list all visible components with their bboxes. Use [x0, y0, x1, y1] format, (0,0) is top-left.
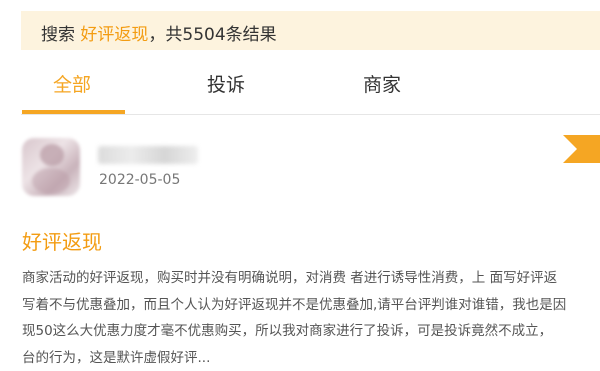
post-date: 2022-05-05	[99, 172, 181, 188]
content-line: 商家活动的好评返现，购买时并没有明确说明，对消费 者进行诱导性消费，上 面写好评…	[22, 270, 558, 286]
tab-complaints[interactable]: 投诉	[207, 70, 245, 97]
search-prefix: 搜索	[41, 25, 75, 45]
post-title[interactable]: 好评返现	[22, 226, 102, 255]
tab-all[interactable]: 全部	[53, 70, 91, 97]
content-line: 现50这么大优惠力度才毫不优惠购买，所以我对商家进行了投诉，可是投诉竟然不成立，	[22, 323, 553, 339]
result-count: ，共5504条结果	[148, 25, 277, 45]
tab-merchants[interactable]: 商家	[363, 70, 401, 97]
search-keyword[interactable]: 好评返现	[80, 25, 148, 45]
content-line: 台的行为，这是默许虚假好评...	[22, 349, 211, 366]
content-line: 写着不与优惠叠加，而且个人认为好评返现并不是优惠叠加,请平台评判谁对谁错，我也是…	[22, 296, 567, 313]
search-result-banner: 搜索 好评返现，共5504条结果	[21, 11, 600, 50]
post-content[interactable]: 商家活动的好评返现，购买时并没有明确说明，对消费 者进行诱导性消费，上 面写好评…	[22, 265, 600, 371]
tab-bar: 全部 投诉 商家	[21, 56, 600, 115]
avatar[interactable]	[22, 138, 80, 196]
status-ribbon	[563, 135, 600, 163]
username-redacted[interactable]	[98, 146, 198, 164]
search-result-summary: 搜索 好评返现，共5504条结果	[41, 20, 277, 45]
active-tab-indicator	[22, 110, 125, 114]
